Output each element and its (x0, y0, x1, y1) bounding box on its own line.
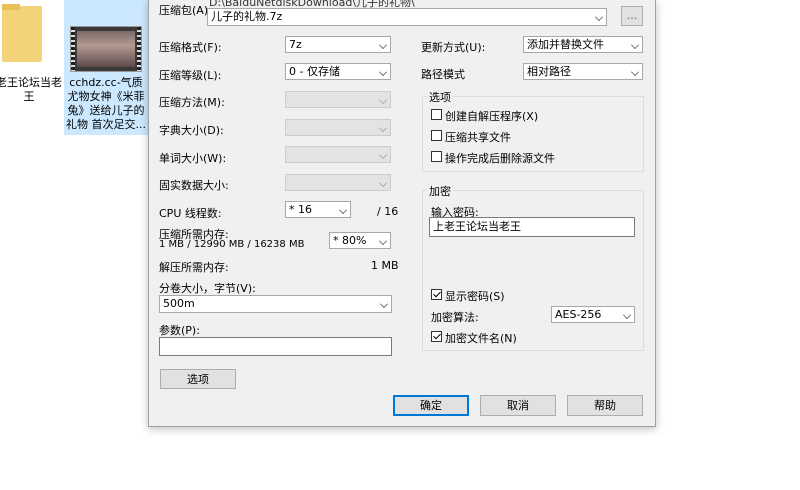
browse-button[interactable]: ... (621, 6, 643, 26)
password-input[interactable]: 上老王论坛当老王 (429, 217, 635, 237)
threads-label: CPU 线程数: (159, 207, 222, 220)
path-mode-label: 路径模式 (421, 68, 465, 81)
chevron-down-icon (379, 41, 387, 49)
explorer-item-label: cchdz.cc-气质尤物女神《米菲兔》送给儿子的礼物 首次足交... (66, 76, 146, 131)
options-button[interactable]: 选项 (160, 369, 236, 389)
sfx-checkbox[interactable] (431, 109, 442, 120)
format-select[interactable]: 7z (285, 36, 391, 53)
delete-label[interactable]: 操作完成后删除源文件 (445, 150, 555, 166)
folder-tab (2, 4, 20, 10)
sfx-label[interactable]: 创建自解压程序(X) (445, 108, 538, 124)
volume-select[interactable]: 500m (159, 295, 392, 313)
encryption-method-select[interactable]: AES-256 (551, 306, 635, 323)
explorer-item-video[interactable]: cchdz.cc-气质尤物女神《米菲兔》送给儿子的礼物 首次足交... (64, 0, 148, 135)
params-label: 参数(P): (159, 324, 200, 337)
level-label: 压缩等级(L): (159, 69, 222, 82)
mem-comp-select[interactable]: * 80% (329, 232, 391, 249)
chevron-down-icon (379, 68, 387, 76)
chevron-down-icon (379, 124, 387, 132)
chevron-down-icon (595, 13, 603, 21)
method-label: 压缩方法(M): (159, 96, 225, 109)
chevron-down-icon (380, 300, 388, 308)
encryption-group-title: 加密 (427, 183, 453, 199)
chevron-down-icon (379, 179, 387, 187)
mem-comp-detail: 1 MB / 12990 MB / 16238 MB (159, 239, 305, 250)
threads-max: / 16 (377, 205, 399, 218)
format-label: 压缩格式(F): (159, 41, 222, 54)
update-mode-label: 更新方式(U): (421, 41, 486, 54)
encryption-method-value: AES-256 (555, 308, 602, 321)
solid-select[interactable] (285, 174, 391, 191)
mem-decomp-value: 1 MB (371, 259, 399, 272)
chevron-down-icon (623, 311, 631, 319)
level-select[interactable]: 0 - 仅存储 (285, 63, 391, 80)
shared-label[interactable]: 压缩共享文件 (445, 129, 511, 145)
update-mode-select[interactable]: 添加并替换文件 (523, 36, 643, 53)
encrypt-names-label[interactable]: 加密文件名(N) (445, 330, 517, 346)
show-password-checkbox[interactable] (431, 289, 442, 300)
chevron-down-icon (379, 96, 387, 104)
chevron-down-icon (339, 206, 347, 214)
mem-decomp-label: 解压所需内存: (159, 261, 229, 274)
video-thumbnail-icon (70, 26, 142, 72)
help-button[interactable]: 帮助 (567, 395, 643, 416)
archive-name-combo[interactable]: 儿子的礼物.7z (207, 8, 607, 26)
encrypt-names-checkbox[interactable] (431, 331, 442, 342)
word-select[interactable] (285, 146, 391, 163)
path-mode-value: 相对路径 (527, 65, 571, 78)
archive-name-value: 儿子的礼物.7z (211, 10, 283, 23)
chevron-down-icon (379, 237, 387, 245)
threads-value: * 16 (289, 203, 312, 216)
shared-checkbox[interactable] (431, 130, 442, 141)
path-mode-select[interactable]: 相对路径 (523, 63, 643, 80)
mem-comp-value: * 80% (333, 234, 367, 247)
ok-button[interactable]: 确定 (393, 395, 469, 416)
method-select[interactable] (285, 91, 391, 108)
add-to-archive-dialog: 压缩包(A) D:\BaiduNetdiskDownload\儿子的礼物\ 儿子… (148, 0, 656, 427)
encryption-method-label: 加密算法: (431, 311, 479, 324)
format-value: 7z (289, 38, 302, 51)
chevron-down-icon (631, 41, 639, 49)
solid-label: 固实数据大小: (159, 179, 229, 192)
options-group-title: 选项 (427, 89, 453, 105)
show-password-label[interactable]: 显示密码(S) (445, 288, 505, 304)
cancel-button[interactable]: 取消 (480, 395, 556, 416)
explorer-item-label: 老王论坛当老 王 (0, 76, 62, 103)
level-value: 0 - 仅存储 (289, 65, 340, 78)
threads-select[interactable]: * 16 (285, 201, 351, 218)
volume-value: 500m (163, 297, 195, 310)
chevron-down-icon (631, 68, 639, 76)
explorer-item-folder[interactable]: 老王论坛当老 王 (0, 0, 62, 105)
word-label: 单词大小(W): (159, 152, 227, 165)
dict-select[interactable] (285, 119, 391, 136)
params-input[interactable] (159, 337, 392, 356)
update-mode-value: 添加并替换文件 (527, 38, 604, 51)
dict-label: 字典大小(D): (159, 124, 224, 137)
chevron-down-icon (379, 151, 387, 159)
archive-label: 压缩包(A) (159, 4, 209, 17)
volume-label: 分卷大小，字节(V): (159, 282, 256, 295)
folder-icon (2, 6, 42, 62)
delete-checkbox[interactable] (431, 151, 442, 162)
